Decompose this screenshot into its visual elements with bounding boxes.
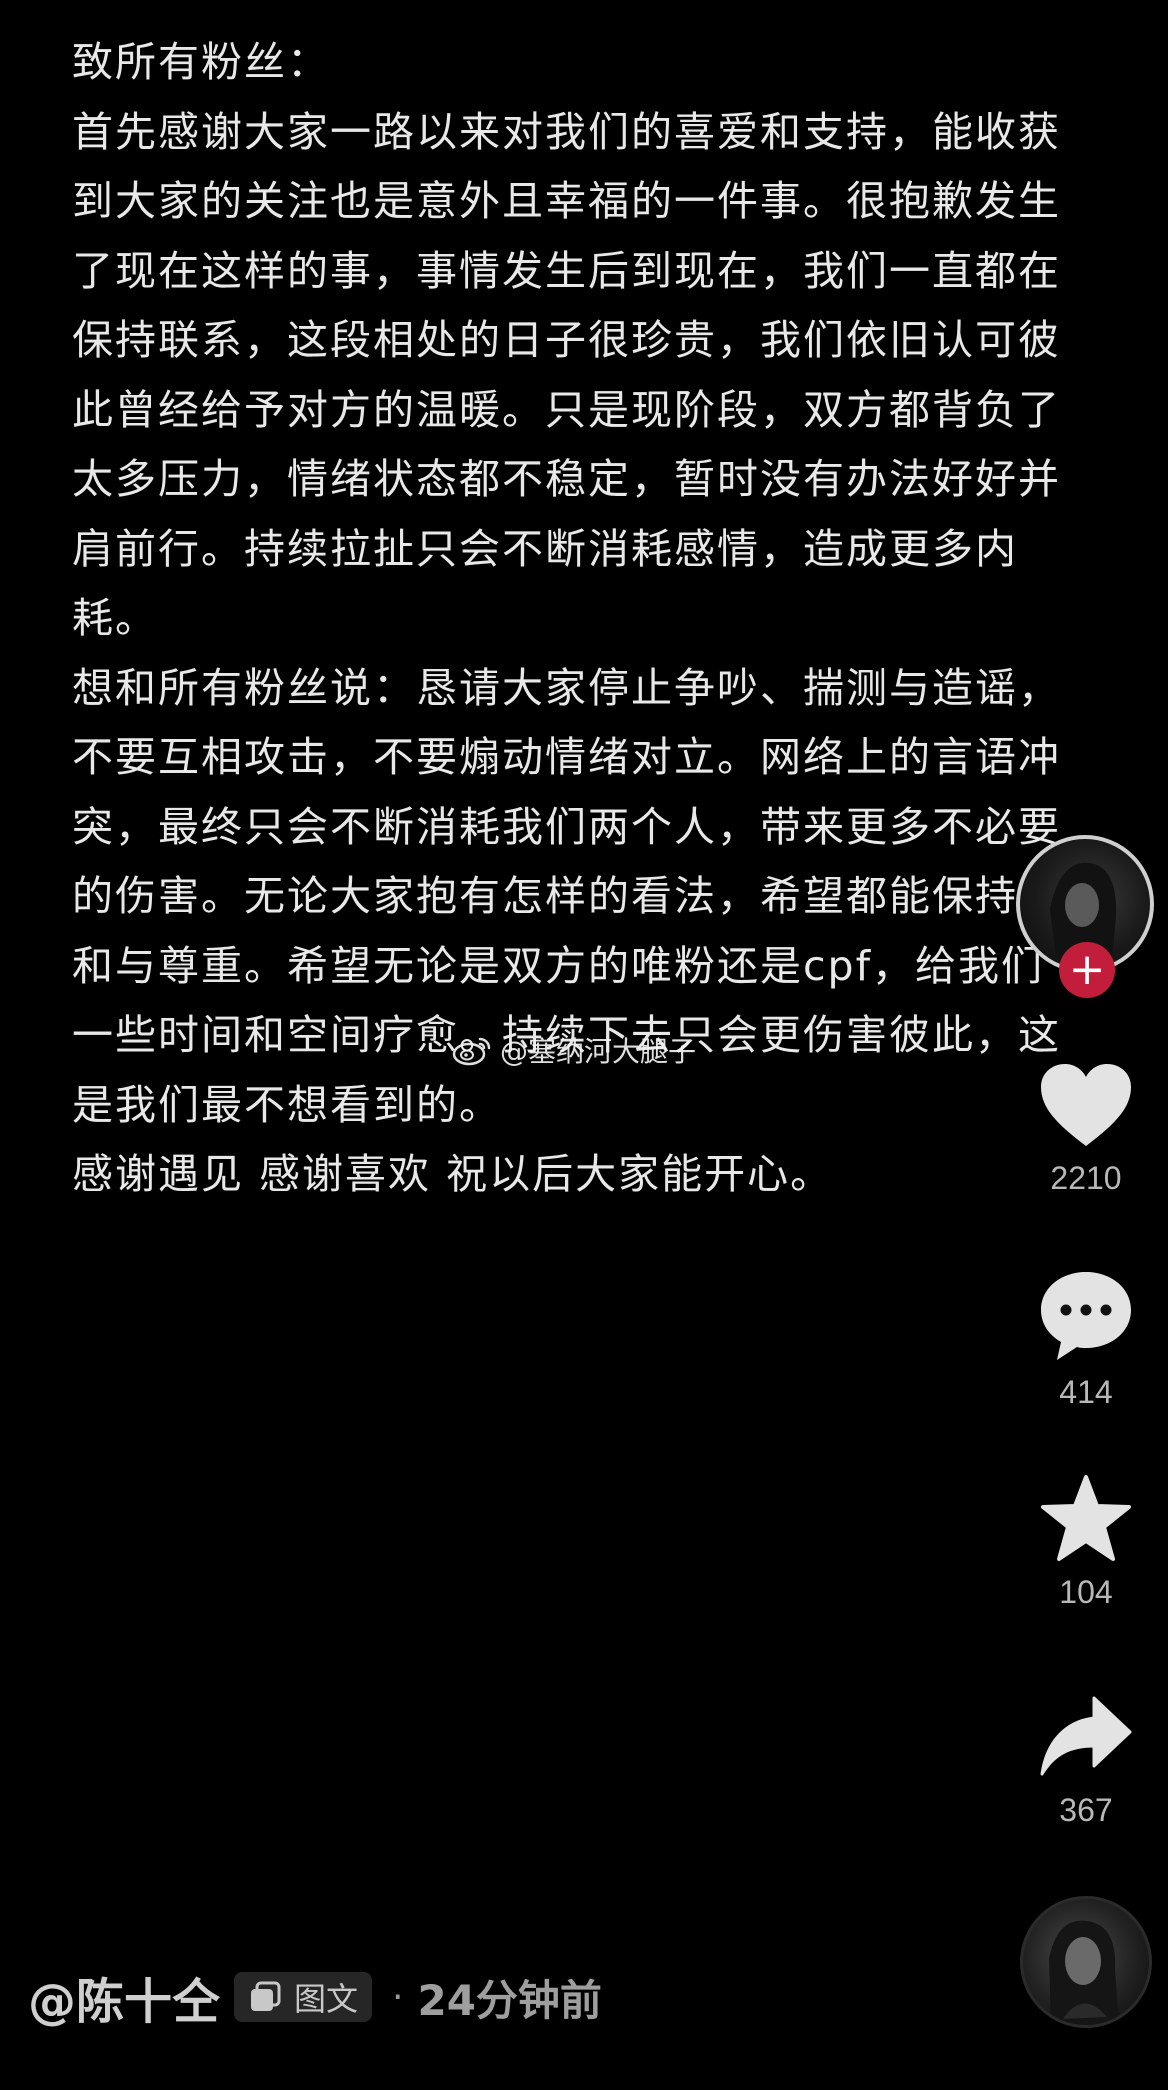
share-icon <box>1040 1696 1132 1776</box>
comment-button[interactable]: 414 <box>1020 1268 1152 1411</box>
follow-button[interactable]: + <box>1059 942 1115 998</box>
post-type-badge: 图文 <box>234 1972 373 2022</box>
share-button[interactable]: 367 <box>1020 1694 1152 1829</box>
image-text-icon <box>251 1981 281 2011</box>
post-time: 24分钟前 <box>417 1975 602 2025</box>
plus-icon: + <box>1068 944 1106 995</box>
watermark-text: @塞纳河大腿子 <box>500 1035 697 1068</box>
post-footer: @陈十仝 图文 · 24分钟前 <box>28 1962 602 2032</box>
post-paragraph: 致所有粉丝： <box>72 38 330 86</box>
post-type-label: 图文 <box>294 1980 359 2018</box>
favorite-count: 104 <box>1059 1574 1113 1610</box>
music-disc-icon <box>1049 1920 1119 2025</box>
comment-icon <box>1041 1272 1131 1360</box>
post-paragraph: 感谢遇见 感谢喜欢 祝以后大家能开心。 <box>72 1150 834 1198</box>
watermark: @塞纳河大腿子 <box>452 1030 696 1070</box>
star-icon <box>1041 1475 1131 1561</box>
favorite-button[interactable]: 104 <box>1020 1474 1152 1611</box>
share-count: 367 <box>1059 1792 1113 1828</box>
music-disc-avatar[interactable] <box>1020 1896 1152 2028</box>
comment-count: 414 <box>1059 1374 1113 1410</box>
post-paragraph: 首先感谢大家一路以来对我们的喜爱和支持，能收获到大家的关注也是意外且幸福的一件事… <box>72 107 1061 643</box>
separator-dot: · <box>392 1976 404 2018</box>
weibo-icon <box>452 1037 491 1066</box>
author-name[interactable]: @陈十仝 <box>28 1962 220 2032</box>
heart-icon <box>1041 1064 1131 1146</box>
like-count: 2210 <box>1050 1160 1122 1196</box>
like-button[interactable]: 2210 <box>1020 1060 1152 1197</box>
